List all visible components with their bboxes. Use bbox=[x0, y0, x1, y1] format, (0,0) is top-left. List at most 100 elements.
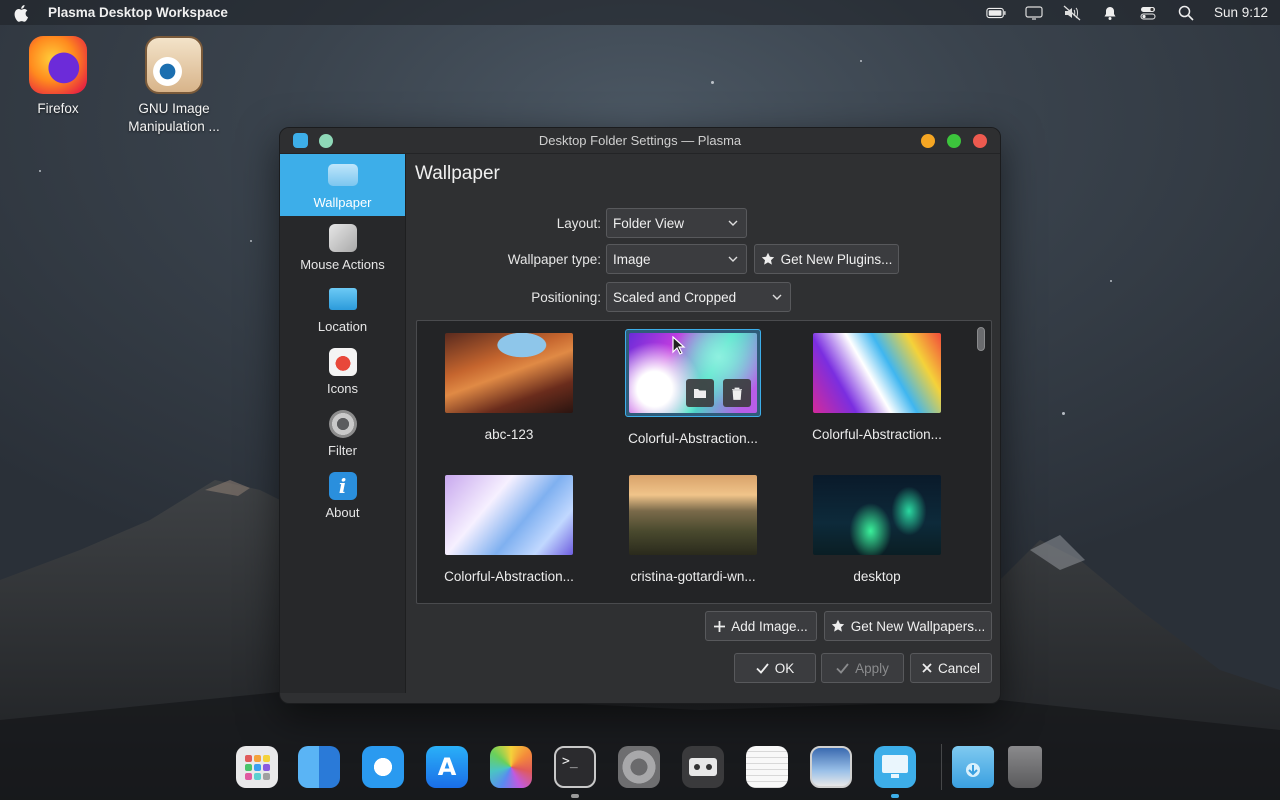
sidebar-item-about[interactable]: i About bbox=[280, 464, 405, 526]
positioning-label: Positioning: bbox=[531, 289, 601, 305]
control-center-icon[interactable] bbox=[1138, 5, 1158, 21]
launchpad-icon[interactable] bbox=[236, 746, 278, 788]
layout-label: Layout: bbox=[556, 215, 601, 231]
wallpaper-thumb-abc-123[interactable]: abc-123 bbox=[434, 333, 584, 442]
filter-gear-icon bbox=[328, 410, 357, 438]
plasma-settings-icon[interactable] bbox=[874, 746, 916, 788]
mouse-cursor-icon bbox=[672, 336, 686, 355]
wallpaper-thumb-colorful-3[interactable]: Colorful-Abstraction... bbox=[434, 475, 584, 584]
safari-icon[interactable] bbox=[362, 746, 404, 788]
wallpaper-label: desktop bbox=[853, 569, 901, 584]
wallpaper-icon bbox=[327, 164, 358, 186]
folder-icon bbox=[328, 288, 357, 310]
star-icon bbox=[761, 252, 774, 265]
wallpaper-label: cristina-gottardi-wn... bbox=[630, 569, 756, 584]
chevron-down-icon bbox=[728, 220, 738, 226]
folder-icon bbox=[694, 389, 706, 398]
notifications-icon[interactable] bbox=[1100, 5, 1120, 21]
finder-icon[interactable] bbox=[298, 746, 340, 788]
desktop-icon-firefox[interactable]: Firefox bbox=[3, 36, 113, 118]
cancel-label: Cancel bbox=[937, 660, 981, 676]
sidebar-item-label: Wallpaper bbox=[313, 195, 372, 210]
wallpaper-type-combobox[interactable]: Image bbox=[606, 244, 747, 274]
get-new-wallpapers-button[interactable]: Get New Wallpapers... bbox=[824, 611, 992, 641]
sidebar-item-label: About bbox=[325, 505, 360, 520]
positioning-value: Scaled and Cropped bbox=[613, 289, 737, 305]
cancel-button[interactable]: Cancel bbox=[910, 653, 992, 683]
clock[interactable]: Sun 9:12 bbox=[1214, 5, 1268, 20]
wallpaper-label: Colorful-Abstraction... bbox=[812, 427, 942, 442]
sidebar-item-wallpaper[interactable]: Wallpaper bbox=[280, 154, 405, 216]
apply-button[interactable]: Apply bbox=[821, 653, 904, 683]
wallpaper-type-label: Wallpaper type: bbox=[507, 251, 601, 267]
chevron-down-icon bbox=[772, 294, 782, 300]
firefox-icon bbox=[29, 36, 87, 94]
page-title: Wallpaper bbox=[415, 163, 500, 184]
sidebar-item-icons[interactable]: Icons bbox=[280, 340, 405, 402]
wallpaper-preview bbox=[629, 475, 757, 555]
wallpaper-type-value: Image bbox=[613, 251, 651, 267]
wallpaper-label: abc-123 bbox=[484, 427, 534, 442]
app-store-icon[interactable]: A bbox=[426, 746, 468, 788]
get-new-wallpapers-label: Get New Wallpapers... bbox=[850, 618, 986, 634]
sidebar-item-label: Filter bbox=[328, 443, 357, 458]
textedit-icon[interactable] bbox=[746, 746, 788, 788]
search-icon[interactable] bbox=[1176, 5, 1196, 21]
dock: A >_ bbox=[225, 738, 1055, 800]
get-new-plugins-button[interactable]: Get New Plugins... bbox=[754, 244, 899, 274]
wallpaper-preview bbox=[629, 333, 757, 413]
wallpaper-preview bbox=[445, 475, 573, 555]
window-titlebar[interactable]: Desktop Folder Settings — Plasma bbox=[280, 128, 1000, 154]
dock-separator bbox=[941, 744, 942, 790]
layout-value: Folder View bbox=[613, 215, 685, 231]
wallpaper-preview bbox=[813, 475, 941, 555]
maximize-button[interactable] bbox=[947, 134, 961, 148]
ok-button[interactable]: OK bbox=[734, 653, 816, 683]
wallpaper-thumb-cristina[interactable]: cristina-gottardi-wn... bbox=[618, 475, 768, 584]
cassette-app-icon[interactable] bbox=[682, 746, 724, 788]
wallpaper-preview bbox=[445, 333, 573, 413]
settings-sidebar: Wallpaper Mouse Actions Location Icons F… bbox=[280, 154, 406, 693]
photos-icon[interactable] bbox=[490, 746, 532, 788]
trash-icon[interactable] bbox=[1008, 746, 1042, 788]
sidebar-item-location[interactable]: Location bbox=[280, 278, 405, 340]
menu-bar: Plasma Desktop Workspace Sun 9:12 bbox=[0, 0, 1280, 25]
plus-icon bbox=[714, 620, 726, 632]
gimp-icon bbox=[145, 36, 203, 94]
sidebar-item-label: Icons bbox=[326, 381, 359, 396]
wallpaper-thumb-desktop[interactable]: desktop bbox=[802, 475, 952, 584]
open-folder-button[interactable] bbox=[686, 379, 714, 407]
wallpaper-thumb-colorful-2[interactable]: Colorful-Abstraction... bbox=[802, 333, 952, 442]
close-button[interactable] bbox=[973, 134, 987, 148]
window-title: Desktop Folder Settings — Plasma bbox=[538, 133, 742, 148]
sidebar-item-label: Location bbox=[317, 319, 368, 334]
icons-icon bbox=[328, 348, 357, 376]
sidebar-item-mouse-actions[interactable]: Mouse Actions bbox=[280, 216, 405, 278]
battery-icon[interactable] bbox=[986, 5, 1006, 21]
delete-wallpaper-button[interactable] bbox=[723, 379, 751, 407]
minimize-button[interactable] bbox=[921, 134, 935, 148]
downloads-folder-icon[interactable] bbox=[952, 746, 994, 788]
display-icon[interactable] bbox=[1024, 5, 1044, 21]
volume-muted-icon[interactable] bbox=[1062, 5, 1082, 21]
wallpaper-thumb-colorful-1[interactable]: Colorful-Abstraction... bbox=[618, 329, 768, 446]
grid-scrollbar[interactable] bbox=[977, 327, 985, 351]
apple-logo-icon[interactable] bbox=[12, 3, 32, 23]
positioning-combobox[interactable]: Scaled and Cropped bbox=[606, 282, 791, 312]
desktop-icon-gimp[interactable]: GNU Image Manipulation ... bbox=[119, 36, 229, 136]
sidebar-item-label: Mouse Actions bbox=[300, 257, 385, 272]
active-app-title[interactable]: Plasma Desktop Workspace bbox=[48, 5, 228, 20]
preview-icon[interactable] bbox=[810, 746, 852, 788]
chevron-down-icon bbox=[728, 256, 738, 262]
wallpaper-grid[interactable]: abc-123 Colorful-Abstraction... Colorful… bbox=[416, 320, 992, 604]
wallpaper-preview bbox=[813, 333, 941, 413]
sidebar-item-filter[interactable]: Filter bbox=[280, 402, 405, 464]
mouse-actions-icon bbox=[328, 224, 357, 252]
checkmark-icon bbox=[836, 662, 849, 674]
layout-combobox[interactable]: Folder View bbox=[606, 208, 747, 238]
terminal-icon[interactable]: >_ bbox=[554, 746, 596, 788]
system-preferences-icon[interactable] bbox=[618, 746, 660, 788]
desktop-icon-label: Firefox bbox=[37, 101, 79, 116]
add-image-button[interactable]: Add Image... bbox=[705, 611, 817, 641]
star-icon bbox=[831, 619, 844, 632]
